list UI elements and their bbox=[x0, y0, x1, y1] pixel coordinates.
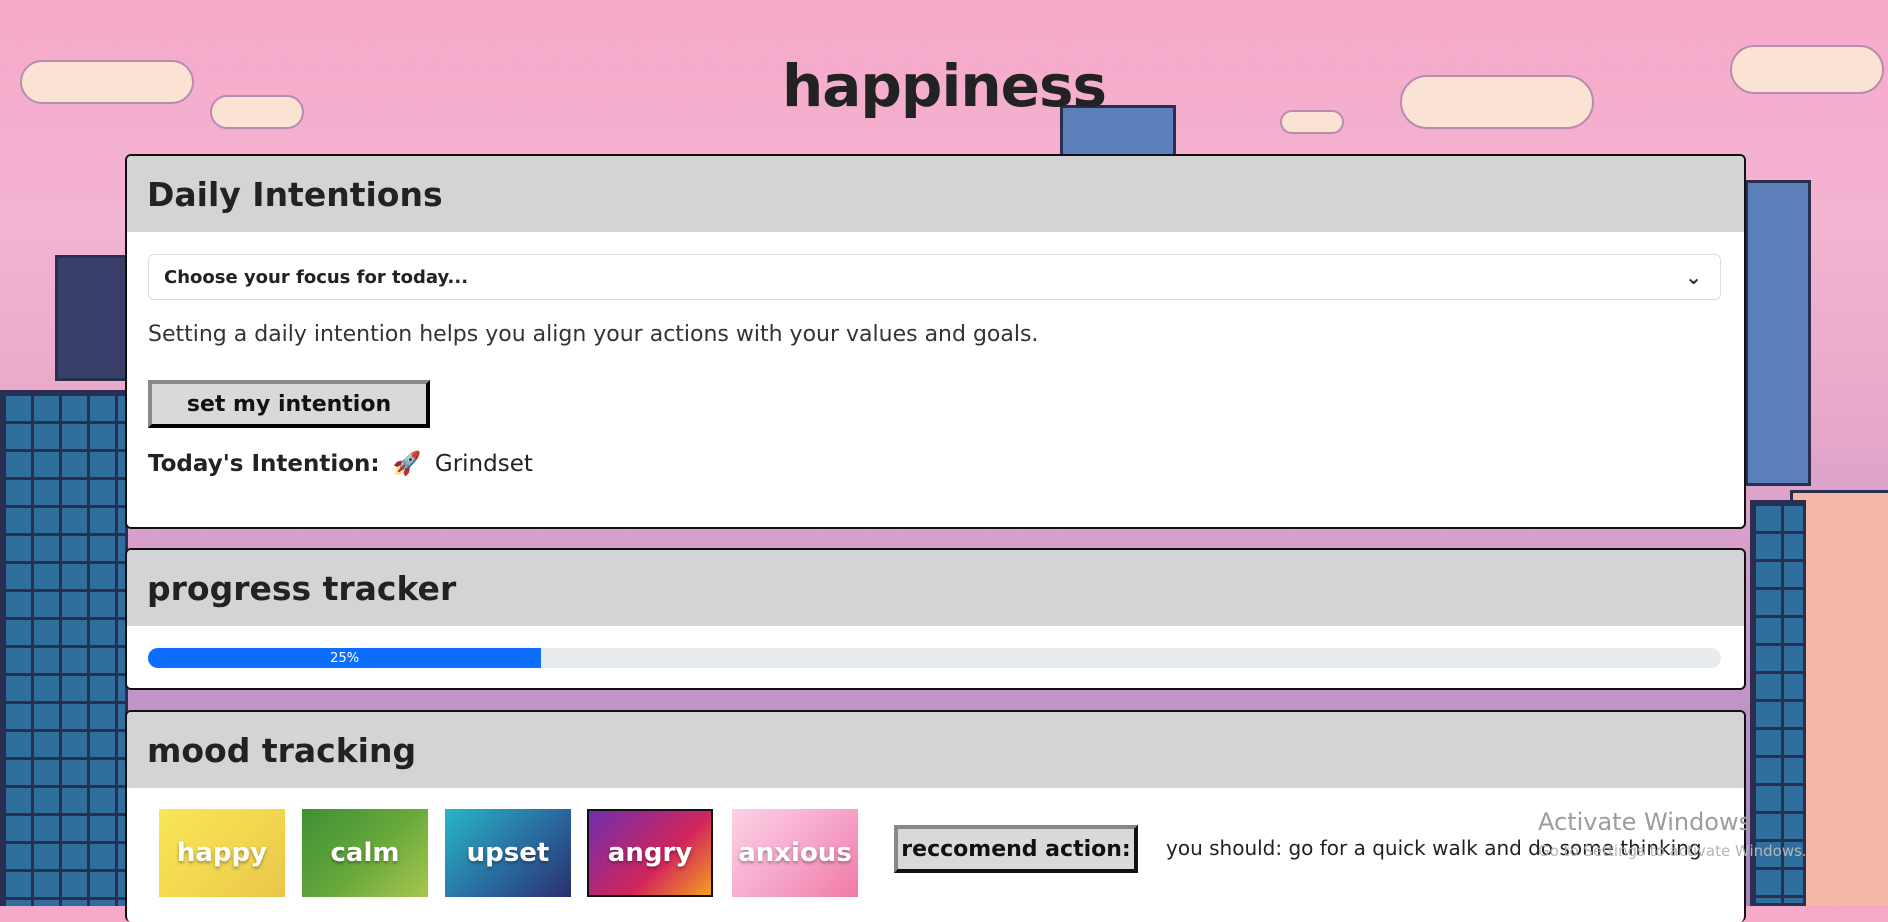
building bbox=[1745, 180, 1811, 486]
progress-bar: 25% bbox=[148, 648, 1721, 668]
focus-select[interactable]: Choose your focus for today... ⌄ bbox=[148, 254, 1721, 300]
intention-help-text: Setting a daily intention helps you alig… bbox=[148, 322, 1039, 347]
progress-card: progress tracker 25% bbox=[125, 548, 1746, 690]
set-intention-button[interactable]: set my intention bbox=[148, 380, 430, 428]
activate-windows-subtitle: Go to Settings to activate Windows. bbox=[1538, 842, 1807, 860]
activate-windows-title: Activate Windows bbox=[1538, 808, 1752, 836]
mood-happy-button[interactable]: happy bbox=[159, 809, 285, 897]
intentions-card: Daily Intentions Choose your focus for t… bbox=[125, 154, 1746, 529]
building bbox=[55, 255, 131, 381]
intentions-heading: Daily Intentions bbox=[127, 156, 1744, 232]
mood-calm-button[interactable]: calm bbox=[302, 809, 428, 897]
mood-angry-button[interactable]: angry bbox=[587, 809, 713, 897]
page-title: happiness bbox=[781, 52, 1107, 120]
mood-card: mood tracking happy calm upset angry anx… bbox=[125, 710, 1746, 922]
today-intention-label: Today's Intention: bbox=[148, 451, 380, 477]
progress-bar-fill: 25% bbox=[148, 648, 542, 668]
mood-upset-button[interactable]: upset bbox=[445, 809, 571, 897]
focus-select-value: Choose your focus for today... bbox=[164, 266, 469, 288]
mood-anxious-button[interactable]: anxious bbox=[732, 809, 858, 897]
chevron-down-icon: ⌄ bbox=[1685, 265, 1702, 289]
recommend-action-button[interactable]: reccomend action: bbox=[894, 825, 1138, 873]
rocket-icon: 🚀 bbox=[392, 451, 422, 477]
today-intention-value: Grindset bbox=[434, 451, 533, 477]
building bbox=[0, 390, 128, 906]
mood-heading: mood tracking bbox=[127, 712, 1744, 788]
progress-heading: progress tracker bbox=[127, 550, 1744, 626]
today-intention: Today's Intention: 🚀 Grindset bbox=[148, 450, 533, 477]
